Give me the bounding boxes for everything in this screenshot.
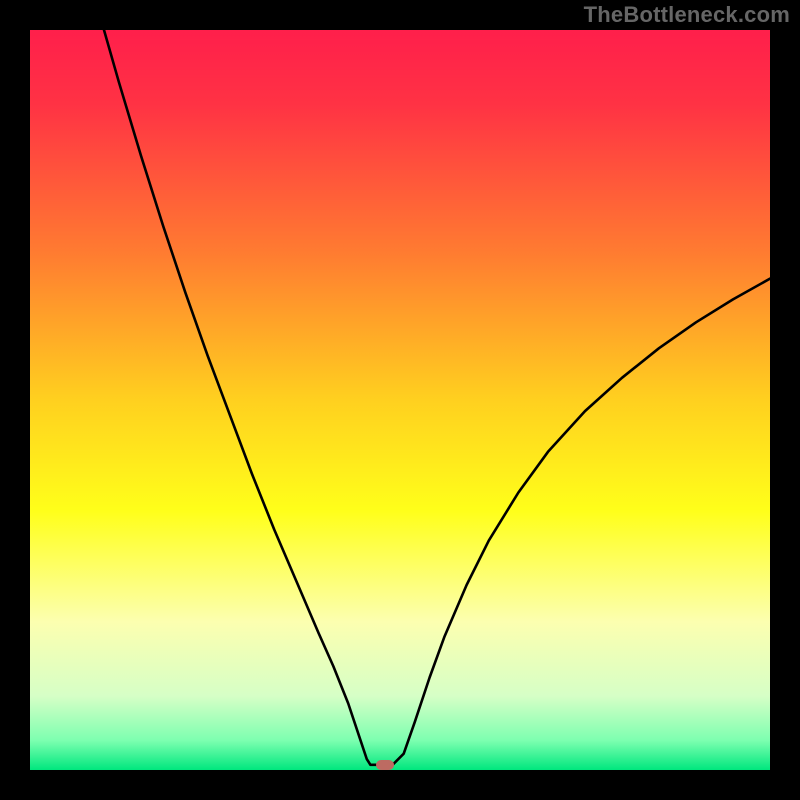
chart-background	[30, 30, 770, 770]
bottleneck-marker	[376, 760, 394, 770]
watermark-text: TheBottleneck.com	[584, 2, 790, 28]
plot-area	[30, 30, 770, 770]
chart-svg	[30, 30, 770, 770]
chart-frame: TheBottleneck.com	[0, 0, 800, 800]
